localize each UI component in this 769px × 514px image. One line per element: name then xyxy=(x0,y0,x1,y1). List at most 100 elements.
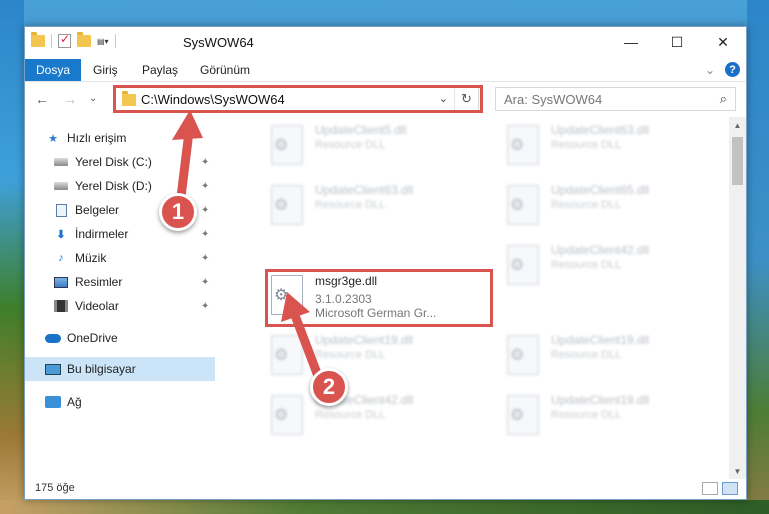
step-1-badge: 1 xyxy=(159,193,197,231)
sidebar-item-videos[interactable]: Videolar ✦ xyxy=(25,295,215,317)
pin-icon[interactable]: ✦ xyxy=(201,181,209,192)
properties-icon[interactable] xyxy=(58,32,71,48)
tab-dosya[interactable]: Dosya xyxy=(25,59,82,81)
step-2-badge: 2 xyxy=(310,368,348,406)
minimize-button[interactable]: — xyxy=(608,27,654,57)
help-icon[interactable]: ? xyxy=(725,62,740,77)
file-description: Resource DLL xyxy=(315,409,386,421)
pin-icon[interactable]: ✦ xyxy=(201,253,209,264)
tiles-view-icon[interactable] xyxy=(722,482,738,495)
pin-icon[interactable]: ✦ xyxy=(201,205,209,216)
tab-paylas[interactable]: Paylaş xyxy=(142,59,178,81)
list-item[interactable]: ⚙ UpdateClient63.dll Resource DLL xyxy=(501,121,731,179)
file-name: UpdateClient5.dll xyxy=(315,123,407,137)
list-item[interactable]: ⚙ UpdateClient19.dll Resource DLL xyxy=(501,331,731,389)
close-button[interactable]: ✕ xyxy=(700,27,746,57)
file-description: Resource DLL xyxy=(315,199,386,211)
sidebar-item-label: Ağ xyxy=(67,395,82,409)
pin-icon[interactable]: ✦ xyxy=(201,229,209,240)
tab-giris[interactable]: Giriş xyxy=(93,59,118,81)
new-folder-icon[interactable] xyxy=(77,32,91,47)
sidebar-item-network[interactable]: Ağ xyxy=(25,391,215,413)
gear-icon: ⚙ xyxy=(510,347,525,364)
search-placeholder: Ara: SysWOW64 xyxy=(504,92,603,107)
address-highlight-box xyxy=(113,85,483,113)
file-description: Resource DLL xyxy=(551,409,622,421)
file-description: Resource DLL xyxy=(551,199,622,211)
toolbar-separator xyxy=(114,34,116,48)
list-item[interactable]: ⚙ UpdateClient65.dll Resource DLL xyxy=(501,181,731,239)
recent-locations-button[interactable]: ⌄ xyxy=(89,93,97,104)
gear-icon: ⚙ xyxy=(274,137,289,154)
gear-icon: ⚙ xyxy=(510,407,525,424)
desktop-background-left xyxy=(0,0,24,514)
sidebar-item-pictures[interactable]: Resimler ✦ xyxy=(25,271,215,293)
list-item[interactable]: ⚙ UpdateClient42.dll Resource DLL xyxy=(501,241,731,299)
scroll-thumb[interactable] xyxy=(732,137,743,185)
sidebar-item-onedrive[interactable]: OneDrive xyxy=(25,327,215,349)
file-list: ⚙ UpdateClient5.dll Resource DLL ⚙ Updat… xyxy=(239,117,731,479)
document-icon xyxy=(53,203,69,217)
sidebar-item-label: Müzik xyxy=(75,251,107,265)
gear-icon: ⚙ xyxy=(510,137,525,154)
sidebar-item-music[interactable]: ♪ Müzik ✦ xyxy=(25,247,215,269)
sidebar-item-quick-access[interactable]: ★ Hızlı erişim xyxy=(25,127,215,149)
network-icon xyxy=(45,395,61,409)
file-name: UpdateClient19.dll xyxy=(551,333,650,347)
gear-icon: ⚙ xyxy=(274,197,289,214)
list-item[interactable]: ⚙ UpdateClient63.dll Resource DLL xyxy=(265,181,495,239)
sidebar-item-disk-d[interactable]: Yerel Disk (D:) ✦ xyxy=(25,175,215,197)
customize-toolbar-icon[interactable]: ▤▾ xyxy=(97,37,109,46)
explorer-window: ▤▾ SysWOW64 — ☐ ✕ Dosya Giriş Paylaş Gör… xyxy=(24,26,747,500)
pin-icon[interactable]: ✦ xyxy=(201,277,209,288)
quick-access-toolbar: ▤▾ xyxy=(31,32,116,48)
file-name: UpdateClient19.dll xyxy=(315,333,414,347)
file-description: Resource DLL xyxy=(315,349,386,361)
gear-icon: ⚙ xyxy=(510,257,525,274)
forward-button[interactable]: → xyxy=(63,91,77,107)
sidebar-item-label: Yerel Disk (C:) xyxy=(75,155,152,169)
sidebar-item-this-pc[interactable]: Bu bilgisayar xyxy=(25,357,215,381)
file-description: Resource DLL xyxy=(551,139,622,151)
window-controls: — ☐ ✕ xyxy=(608,27,746,57)
file-name: UpdateClient63.dll xyxy=(315,183,414,197)
desktop-background-bottom xyxy=(0,500,769,514)
pin-icon[interactable]: ✦ xyxy=(201,301,209,312)
item-count: 175 öğe xyxy=(35,482,75,494)
gear-icon: ⚙ xyxy=(274,347,289,364)
vertical-scrollbar[interactable]: ▲ ▼ xyxy=(729,117,746,479)
sidebar-item-label: Hızlı erişim xyxy=(67,131,127,145)
expand-ribbon-icon[interactable]: ⌄ xyxy=(705,63,715,77)
list-item[interactable]: ⚙ UpdateClient19.dll Resource DLL xyxy=(265,331,495,389)
search-box[interactable]: Ara: SysWOW64 ⌕ xyxy=(495,87,736,111)
ribbon-right-controls: ⌄ ? xyxy=(705,62,740,77)
music-icon: ♪ xyxy=(58,252,64,264)
scroll-down-icon[interactable]: ▼ xyxy=(729,463,746,479)
download-icon: ⬇ xyxy=(56,228,66,241)
file-name: UpdateClient65.dll xyxy=(551,183,650,197)
details-view-icon[interactable] xyxy=(702,482,718,495)
sidebar-item-disk-c[interactable]: Yerel Disk (C:) ✦ xyxy=(25,151,215,173)
maximize-button[interactable]: ☐ xyxy=(654,27,700,57)
desktop-background-right xyxy=(747,0,769,514)
star-icon: ★ xyxy=(48,132,58,145)
search-icon[interactable]: ⌕ xyxy=(720,91,727,107)
file-description: Resource DLL xyxy=(551,259,622,271)
gear-icon: ⚙ xyxy=(510,197,525,214)
ribbon-tabs: Dosya Giriş Paylaş Görünüm ⌄ ? xyxy=(25,59,746,82)
back-button[interactable]: ← xyxy=(35,91,49,107)
onedrive-icon xyxy=(45,331,61,345)
list-item[interactable]: ⚙ UpdateClient5.dll Resource DLL xyxy=(265,121,495,179)
scroll-up-icon[interactable]: ▲ xyxy=(729,117,746,133)
pin-icon[interactable]: ✦ xyxy=(201,157,209,168)
sidebar-item-label: Belgeler xyxy=(75,203,120,217)
tab-gorunum[interactable]: Görünüm xyxy=(200,59,250,81)
list-item[interactable]: ⚙ UpdateClient42.dll Resource DLL xyxy=(265,391,495,449)
sidebar-item-label: Yerel Disk (D:) xyxy=(75,179,152,193)
list-item[interactable]: ⚙ UpdateClient19.dll Resource DLL xyxy=(501,391,731,449)
title-bar: ▤▾ SysWOW64 — ☐ ✕ xyxy=(25,27,746,59)
status-bar: 175 öğe xyxy=(25,479,746,499)
toolbar-separator xyxy=(51,34,52,48)
sidebar-item-label: Videolar xyxy=(75,299,119,313)
file-name: UpdateClient63.dll xyxy=(551,123,650,137)
